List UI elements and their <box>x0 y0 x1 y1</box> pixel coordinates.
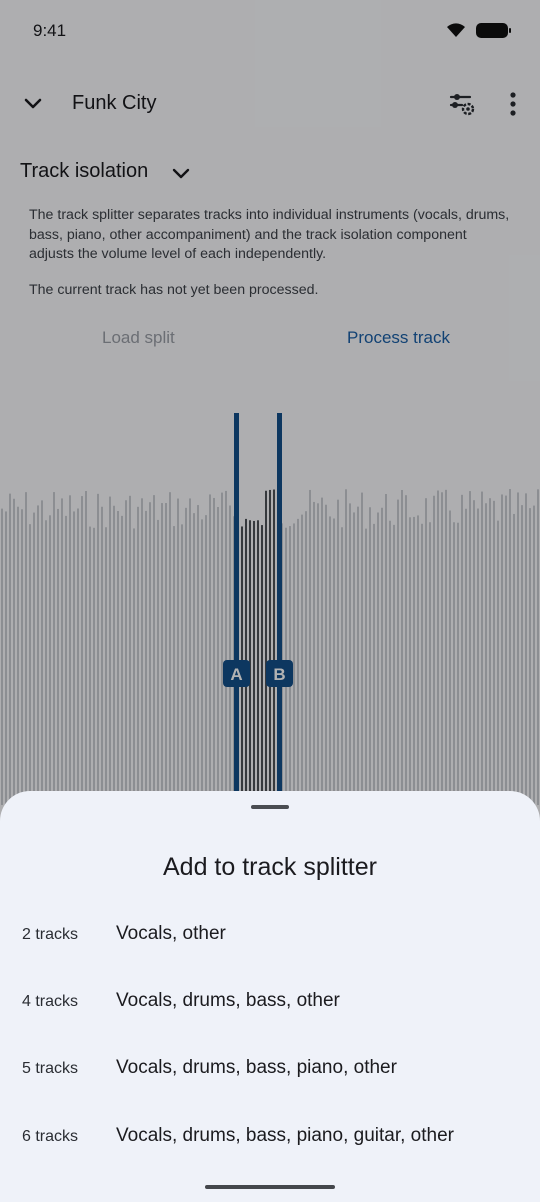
option-track-count: 5 tracks <box>22 1060 79 1077</box>
option-5-tracks[interactable]: 5 tracks Vocals, drums, bass, piano, oth… <box>0 1038 540 1105</box>
option-instruments: Vocals, other <box>116 923 226 944</box>
option-track-count: 2 tracks <box>22 926 79 943</box>
option-6-tracks[interactable]: 6 tracks Vocals, drums, bass, piano, gui… <box>0 1106 540 1173</box>
sheet-title: Add to track splitter <box>163 853 377 881</box>
option-track-count: 6 tracks <box>22 1128 79 1145</box>
home-indicator[interactable] <box>205 1185 335 1189</box>
sheet-drag-handle[interactable] <box>251 805 289 809</box>
add-to-track-splitter-sheet: Add to track splitter 2 tracks Vocals, o… <box>0 791 540 1202</box>
option-track-count: 4 tracks <box>22 993 79 1010</box>
option-4-tracks[interactable]: 4 tracks Vocals, drums, bass, other <box>0 971 540 1038</box>
option-instruments: Vocals, drums, bass, piano, other <box>116 1057 397 1078</box>
option-instruments: Vocals, drums, bass, other <box>116 990 340 1011</box>
option-instruments: Vocals, drums, bass, piano, guitar, othe… <box>116 1125 454 1146</box>
option-2-tracks[interactable]: 2 tracks Vocals, other <box>0 904 540 971</box>
